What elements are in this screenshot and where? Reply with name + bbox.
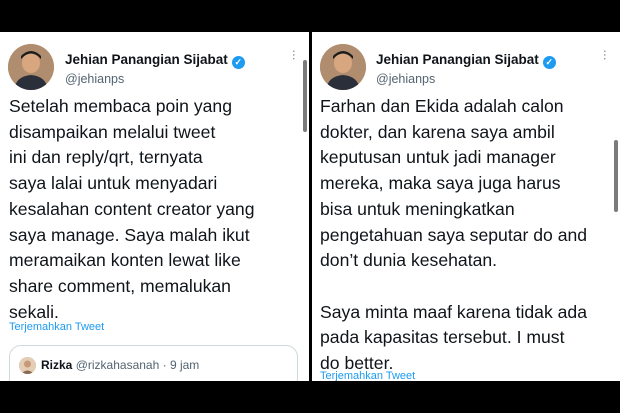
right-tweet-panel: Jehian Panangian Sijabat ✓ @jehianps ··· … <box>312 32 620 381</box>
more-options-icon[interactable]: ··· <box>287 49 303 60</box>
quoted-tweet-card[interactable]: Rizka @rizkahasanah · 9 jam <box>9 345 298 381</box>
author-avatar[interactable] <box>320 44 366 90</box>
author-handle[interactable]: @jehianps <box>65 72 124 86</box>
verified-badge-icon: ✓ <box>231 56 245 69</box>
author-name-text[interactable]: Jehian Panangian Sijabat <box>65 52 228 67</box>
quoted-tweet-header: Rizka @rizkahasanah · 9 jam <box>41 358 199 372</box>
translate-tweet-link[interactable]: Terjemahkan Tweet <box>9 321 104 333</box>
author-name-text[interactable]: Jehian Panangian Sijabat <box>376 52 539 67</box>
author-avatar[interactable] <box>8 44 54 90</box>
author-name[interactable]: Jehian Panangian Sijabat ✓ <box>376 52 556 69</box>
translate-tweet-link[interactable]: Terjemahkan Tweet <box>320 370 415 381</box>
quoted-author-avatar[interactable] <box>19 357 36 374</box>
more-options-icon[interactable]: ··· <box>598 49 614 60</box>
tweet-text: Farhan dan Ekida adalah calon dokter, da… <box>320 96 588 374</box>
quoted-author-name[interactable]: Rizka <box>41 358 72 372</box>
quoted-author-handle[interactable]: @rizkahasanah <box>76 358 160 372</box>
author-handle[interactable]: @jehianps <box>376 72 435 86</box>
tweet-text: Setelah membaca poin yang disampaikan me… <box>9 96 255 322</box>
left-tweet-panel: Jehian Panangian Sijabat ✓ @jehianps ··· … <box>0 32 309 381</box>
author-name[interactable]: Jehian Panangian Sijabat ✓ <box>65 52 245 69</box>
quoted-tweet-time[interactable]: · 9 jam <box>163 358 200 372</box>
verified-badge-icon: ✓ <box>542 56 556 69</box>
